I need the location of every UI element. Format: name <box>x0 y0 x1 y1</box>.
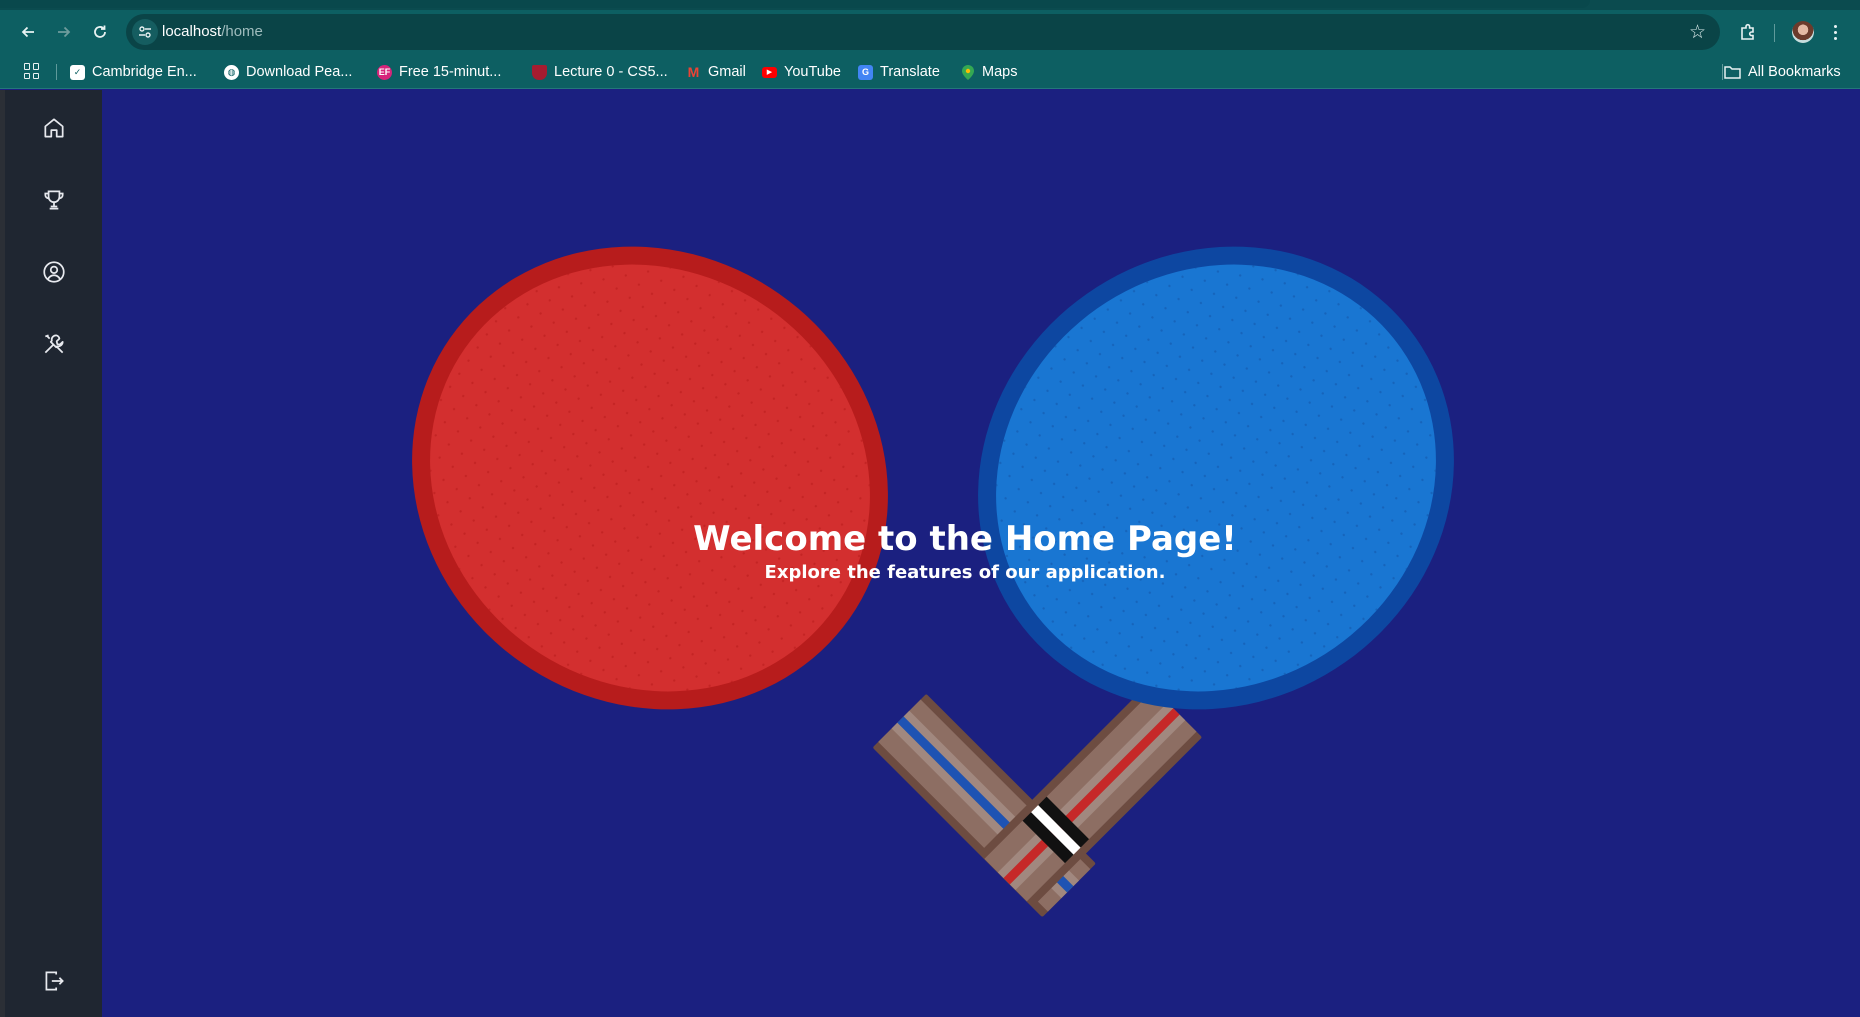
url-text[interactable]: localhost/home <box>162 23 263 40</box>
toolbar-divider <box>1774 24 1775 42</box>
reload-button[interactable] <box>88 20 112 44</box>
ef-logo-icon: EF <box>377 64 392 80</box>
page-subtitle: Explore the features of our application. <box>764 562 1166 583</box>
site-info-button[interactable] <box>132 19 158 45</box>
translate-icon: G <box>858 64 873 80</box>
extensions-button[interactable] <box>1736 20 1760 44</box>
folder-icon <box>1724 66 1741 79</box>
harvard-shield-icon <box>532 64 547 80</box>
sidebar <box>5 90 102 1017</box>
bookmark-maps[interactable]: Maps <box>960 61 1017 83</box>
bookmarks-bar: ✓ Cambridge En... ◍ Download Pea... EF F… <box>0 54 1860 89</box>
back-button[interactable] <box>16 20 40 44</box>
bookmark-star-icon[interactable]: ☆ <box>1689 21 1706 44</box>
sidebar-item-home[interactable] <box>41 115 67 141</box>
sidebar-item-settings[interactable] <box>41 331 67 357</box>
bookmark-lecture-0[interactable]: Lecture 0 - CS5... <box>532 61 668 83</box>
bookmark-label: Free 15-minut... <box>399 64 502 80</box>
arrow-right-icon <box>58 26 71 38</box>
hero-section: Welcome to the Home Page! Explore the fe… <box>102 518 1828 583</box>
trophy-icon <box>44 190 64 210</box>
bookmark-label: YouTube <box>784 64 841 80</box>
all-bookmarks-label: All Bookmarks <box>1748 64 1841 80</box>
bookmark-label: Lecture 0 - CS5... <box>554 64 668 80</box>
gmail-icon: M <box>687 64 700 80</box>
apps-grid-icon[interactable] <box>24 63 40 79</box>
url-path: /home <box>221 23 263 40</box>
red-paddle-head <box>412 246 888 710</box>
bookmark-download[interactable]: ◍ Download Pea... <box>224 61 352 83</box>
bookmark-label: Gmail <box>708 64 746 80</box>
bookmark-label: Translate <box>880 64 940 80</box>
bookmark-gmail[interactable]: M Gmail <box>686 61 746 83</box>
bookmark-translate[interactable]: G Translate <box>858 61 940 83</box>
tune-icon <box>139 26 151 38</box>
active-tab[interactable] <box>0 0 1590 8</box>
all-bookmarks-button[interactable]: All Bookmarks <box>1724 61 1841 83</box>
url-host: localhost <box>162 23 222 40</box>
bookmark-cambridge[interactable]: ✓ Cambridge En... <box>70 61 197 83</box>
bookmark-label: Download Pea... <box>246 64 353 80</box>
sidebar-item-profile[interactable] <box>41 259 67 285</box>
bookmark-label: Cambridge En... <box>92 64 197 80</box>
page-title: Welcome to the Home Page! <box>693 519 1237 559</box>
checkbox-icon: ✓ <box>70 64 85 80</box>
youtube-icon: ▶ <box>762 66 777 78</box>
puzzle-icon <box>1741 23 1754 40</box>
profile-avatar[interactable] <box>1792 21 1814 43</box>
tools-icon <box>44 334 64 354</box>
logout-button[interactable] <box>41 968 67 994</box>
bookmark-label: Maps <box>982 64 1018 80</box>
reload-icon <box>94 25 106 38</box>
bookmarks-divider <box>56 64 57 80</box>
user-circle-icon <box>43 261 65 283</box>
blue-paddle-head <box>978 246 1454 710</box>
address-bar[interactable]: localhost/home ☆ <box>126 14 1720 50</box>
forward-button[interactable] <box>52 20 76 44</box>
bookmark-free-15-minute[interactable]: EF Free 15-minut... <box>377 61 501 83</box>
globe-icon: ◍ <box>224 64 239 80</box>
sidebar-item-trophy[interactable] <box>41 187 67 213</box>
home-icon <box>44 118 64 138</box>
tab-strip <box>0 0 1860 10</box>
bookmarks-divider <box>1722 64 1723 80</box>
logout-icon <box>45 971 64 991</box>
maps-pin-icon <box>960 64 975 80</box>
browser-toolbar: localhost/home ☆ <box>0 10 1860 54</box>
browser-menu-button[interactable] <box>1831 20 1839 44</box>
arrow-left-icon <box>21 26 34 38</box>
bookmark-youtube[interactable]: ▶ YouTube <box>762 61 841 83</box>
main-content: Welcome to the Home Page! Explore the fe… <box>102 90 1860 1017</box>
